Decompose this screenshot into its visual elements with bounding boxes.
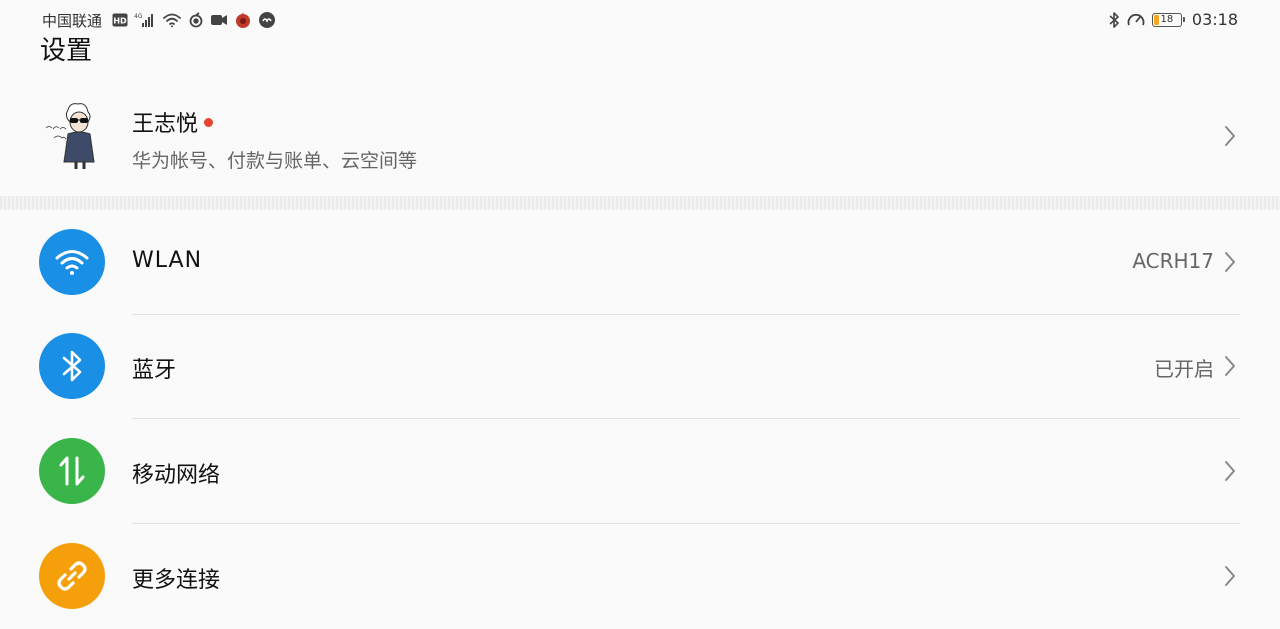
- app-notification-icon: [234, 11, 252, 29]
- chevron-right-icon: [1225, 461, 1235, 481]
- speed-meter-icon: [1126, 11, 1146, 29]
- network-type: 4G: [134, 13, 143, 20]
- settings-item-label: 移动网络: [132, 463, 221, 488]
- chevron-right-icon: [1225, 356, 1235, 376]
- settings-item-value: 已开启: [1154, 357, 1214, 381]
- status-bar: 中国联通 HD 4G 18 03:18: [0, 0, 1280, 40]
- carrier-info: 中国联通: [42, 10, 102, 31]
- sync-icon: [188, 12, 204, 28]
- battery-level: 18: [1160, 14, 1174, 25]
- battery-icon: 18: [1151, 12, 1185, 27]
- wifi-icon: [39, 229, 105, 295]
- account-name: 王志悦: [132, 112, 199, 137]
- video-icon: [210, 13, 228, 27]
- mobile-network-icon: [39, 438, 105, 504]
- cloud-icon: [258, 11, 276, 29]
- account-name-container: 王志悦: [132, 106, 214, 138]
- page-title: 设置: [40, 36, 93, 66]
- settings-item-bluetooth[interactable]: 蓝牙 已开启: [0, 314, 1280, 419]
- chevron-right-icon: [1225, 566, 1235, 586]
- bluetooth-status-icon: [1108, 11, 1120, 29]
- settings-item-label: WLAN: [132, 248, 203, 273]
- hd-icon: HD: [112, 13, 128, 27]
- account-row[interactable]: 王志悦 华为帐号、付款与账单、云空间等: [0, 88, 1280, 196]
- settings-item-wlan[interactable]: WLAN ACRH17: [0, 210, 1280, 315]
- clock: 03:18: [1191, 10, 1238, 29]
- wifi-status-icon: [162, 12, 182, 28]
- avatar: [40, 100, 106, 170]
- status-icons-right: 18 03:18: [1108, 10, 1238, 29]
- link-icon: [39, 543, 105, 609]
- notification-dot: [204, 117, 214, 127]
- settings-item-more-connections[interactable]: 更多连接: [0, 524, 1280, 629]
- signal-icon: 4G: [134, 12, 156, 28]
- chevron-right-icon: [1225, 126, 1235, 146]
- section-divider: [0, 196, 1280, 210]
- settings-item-mobile-network[interactable]: 移动网络: [0, 419, 1280, 524]
- account-subtitle: 华为帐号、付款与账单、云空间等: [132, 150, 418, 172]
- svg-text:HD: HD: [113, 17, 127, 26]
- settings-item-label: 蓝牙: [132, 358, 177, 383]
- carrier-name: 中国联通: [42, 12, 103, 30]
- bluetooth-icon: [39, 333, 105, 399]
- settings-item-label: 更多连接: [132, 568, 221, 593]
- settings-item-value: ACRH17: [1132, 249, 1214, 273]
- status-icons-left: HD 4G: [112, 11, 276, 29]
- chevron-right-icon: [1225, 252, 1235, 272]
